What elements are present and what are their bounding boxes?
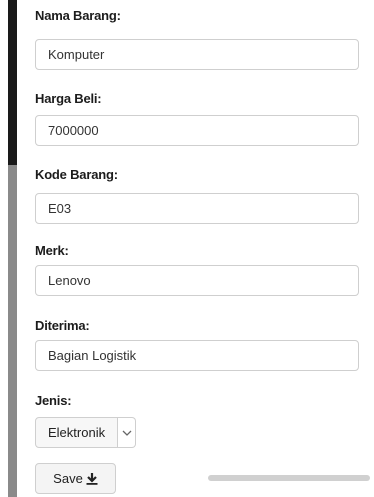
window-edge (0, 0, 8, 497)
diterima-label: Diterima: (35, 318, 90, 333)
harga-beli-label: Harga Beli: (35, 91, 102, 106)
field-merk: Merk: Lenovo (35, 243, 361, 296)
save-button-label: Save (53, 471, 83, 486)
field-diterima: Diterima: Bagian Logistik (35, 318, 361, 371)
merk-input[interactable]: Lenovo (35, 265, 359, 296)
harga-beli-input[interactable]: 7000000 (35, 115, 359, 146)
merk-label: Merk: (35, 243, 69, 258)
jenis-select-value[interactable]: Elektronik (35, 417, 119, 448)
vertical-scrollbar-thumb[interactable] (8, 0, 17, 165)
field-kode-barang: Kode Barang: E03 (35, 167, 361, 224)
diterima-input[interactable]: Bagian Logistik (35, 340, 359, 371)
download-icon (86, 466, 98, 495)
horizontal-scrollbar[interactable] (208, 475, 370, 481)
jenis-select[interactable]: Elektronik (35, 417, 137, 448)
nama-barang-input[interactable]: Komputer (35, 39, 359, 70)
field-harga-beli: Harga Beli: 7000000 (35, 91, 361, 146)
page: Nama Barang: Komputer Harga Beli: 700000… (0, 0, 374, 497)
field-jenis: Jenis: Elektronik (35, 393, 361, 448)
nama-barang-label: Nama Barang: (35, 8, 121, 23)
jenis-label: Jenis: (35, 393, 72, 408)
field-nama-barang: Nama Barang: Komputer (35, 8, 361, 70)
kode-barang-label: Kode Barang: (35, 167, 118, 182)
chevron-down-icon[interactable] (118, 417, 137, 448)
kode-barang-input[interactable]: E03 (35, 193, 359, 224)
save-button[interactable]: Save (35, 463, 116, 494)
